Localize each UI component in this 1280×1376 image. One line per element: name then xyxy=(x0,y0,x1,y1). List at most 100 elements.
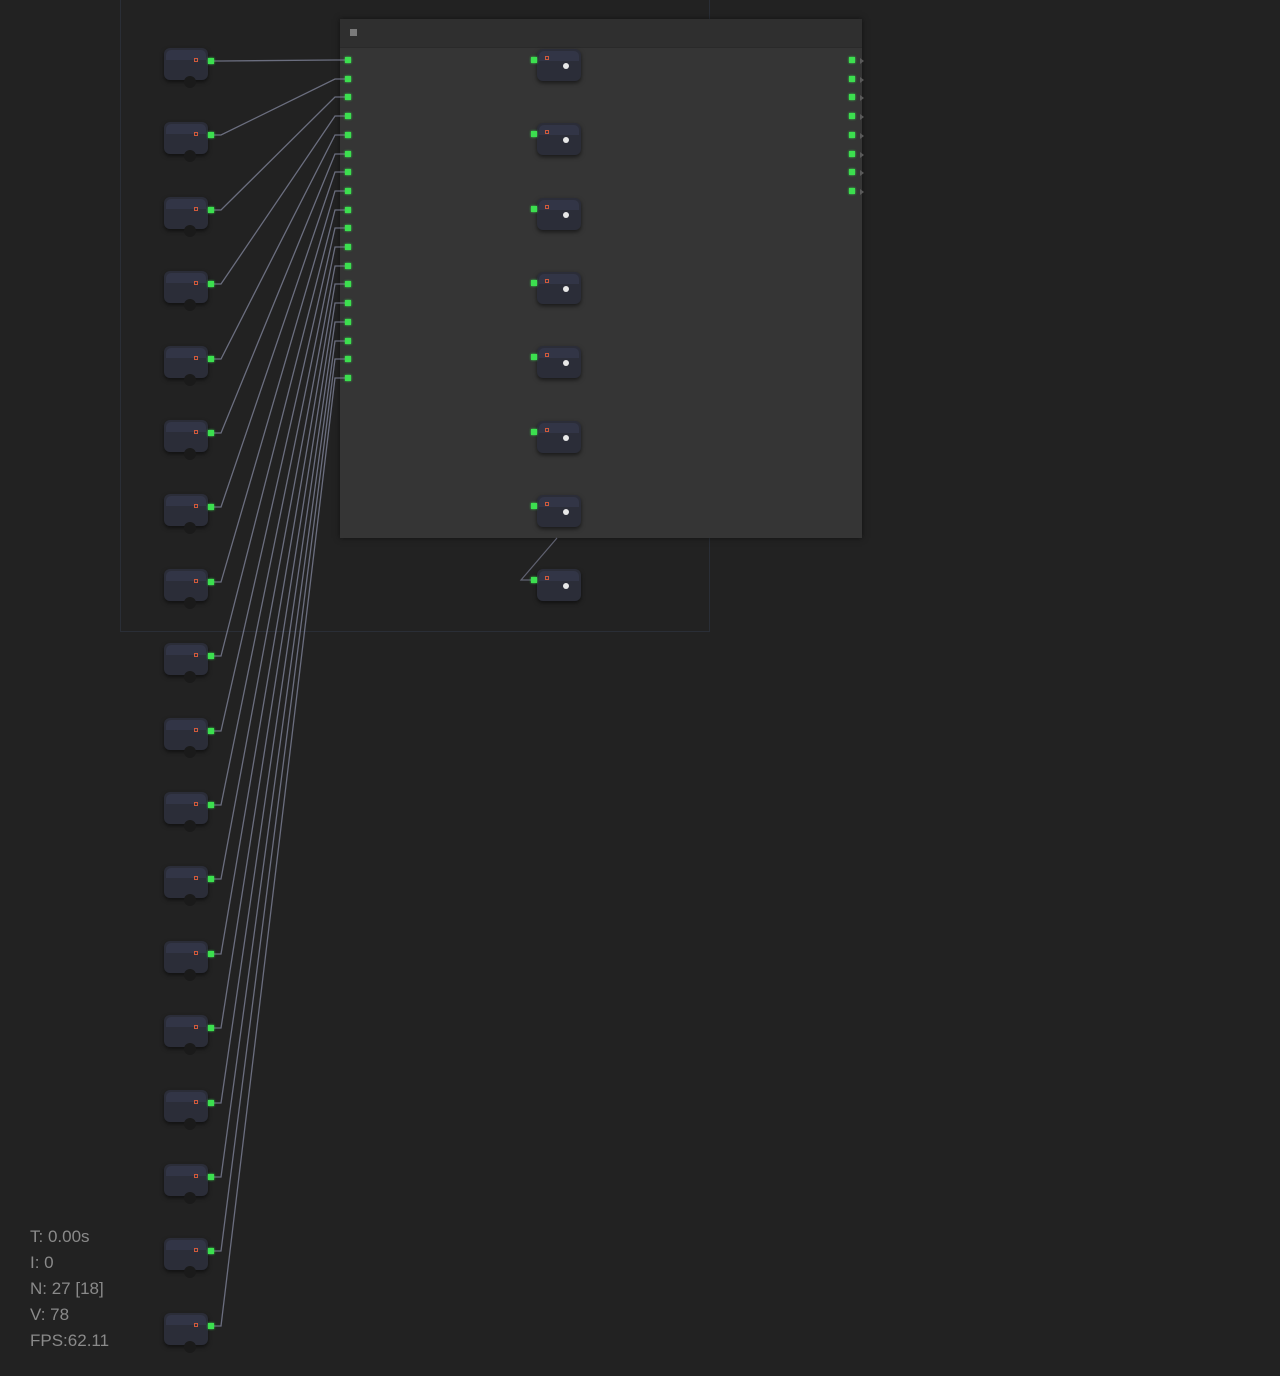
node-header xyxy=(166,124,206,134)
input-node-11[interactable] xyxy=(164,792,214,832)
subgraph-output-slot-1[interactable] xyxy=(849,57,855,63)
node-header xyxy=(166,868,206,878)
subgraph-input-slot-14[interactable] xyxy=(345,300,351,306)
subgraph-output-slot-4[interactable] xyxy=(849,113,855,119)
input-node-1[interactable] xyxy=(164,48,214,88)
output-slot[interactable] xyxy=(208,876,214,882)
subgraph-input-slot-16[interactable] xyxy=(345,338,351,344)
input-marker-icon xyxy=(545,353,549,357)
output-slot[interactable] xyxy=(208,1100,214,1106)
input-node-12[interactable] xyxy=(164,866,214,906)
input-node-5[interactable] xyxy=(164,346,214,386)
subgraph-output-slot-5[interactable] xyxy=(849,132,855,138)
inner-node-6[interactable] xyxy=(531,421,581,453)
subgraph-input-slot-12[interactable] xyxy=(345,263,351,269)
output-slot[interactable] xyxy=(208,653,214,659)
subgraph-input-slot-18[interactable] xyxy=(345,375,351,381)
output-marker-icon xyxy=(194,207,198,211)
output-slot[interactable] xyxy=(208,356,214,362)
output-slot[interactable] xyxy=(208,132,214,138)
input-node-14[interactable] xyxy=(164,1015,214,1055)
subgraph-input-slot-2[interactable] xyxy=(345,76,351,82)
node-header xyxy=(166,1240,206,1250)
output-slot[interactable] xyxy=(208,802,214,808)
output-slot[interactable] xyxy=(208,1323,214,1329)
inner-node-8[interactable] xyxy=(531,569,581,601)
subgraph-output-slot-7[interactable] xyxy=(849,169,855,175)
subgraph-input-slot-7[interactable] xyxy=(345,169,351,175)
input-node-9[interactable] xyxy=(164,643,214,683)
subgraph-output-slot-3[interactable] xyxy=(849,94,855,100)
subgraph-output-slot-8[interactable] xyxy=(849,188,855,194)
subgraph-input-slot-3[interactable] xyxy=(345,94,351,100)
input-node-17[interactable] xyxy=(164,1238,214,1278)
input-slot[interactable] xyxy=(531,429,537,435)
output-slot[interactable] xyxy=(208,281,214,287)
render-stats: T: 0.00s I: 0 N: 27 [18] V: 78 FPS:62.11 xyxy=(30,1224,109,1354)
input-node-7[interactable] xyxy=(164,494,214,534)
input-slot[interactable] xyxy=(531,280,537,286)
subgraph-node[interactable] xyxy=(340,19,862,538)
input-node-8[interactable] xyxy=(164,569,214,609)
port-knob-icon xyxy=(184,225,196,237)
inner-node-5[interactable] xyxy=(531,346,581,378)
input-node-4[interactable] xyxy=(164,271,214,311)
subgraph-input-slot-5[interactable] xyxy=(345,132,351,138)
collapse-toggle-icon[interactable] xyxy=(350,29,357,36)
node-header xyxy=(166,1092,206,1102)
subgraph-input-slot-1[interactable] xyxy=(345,57,351,63)
subgraph-input-slot-15[interactable] xyxy=(345,319,351,325)
output-slot[interactable] xyxy=(208,430,214,436)
input-marker-icon xyxy=(545,502,549,506)
inner-node-1[interactable] xyxy=(531,49,581,81)
output-slot[interactable] xyxy=(208,951,214,957)
input-slot[interactable] xyxy=(531,354,537,360)
input-node-10[interactable] xyxy=(164,718,214,758)
input-slot[interactable] xyxy=(531,577,537,583)
output-slot[interactable] xyxy=(208,207,214,213)
subgraph-input-slot-9[interactable] xyxy=(345,207,351,213)
subgraph-input-slot-17[interactable] xyxy=(345,356,351,362)
inner-node-7[interactable] xyxy=(531,495,581,527)
input-slot[interactable] xyxy=(531,206,537,212)
output-slot[interactable] xyxy=(208,1248,214,1254)
input-node-6[interactable] xyxy=(164,420,214,460)
input-node-16[interactable] xyxy=(164,1164,214,1204)
input-node-13[interactable] xyxy=(164,941,214,981)
subgraph-output-slot-2[interactable] xyxy=(849,76,855,82)
input-node-3[interactable] xyxy=(164,197,214,237)
subgraph-node-title[interactable] xyxy=(340,19,862,48)
output-slot[interactable] xyxy=(208,504,214,510)
subgraph-input-slot-4[interactable] xyxy=(345,113,351,119)
input-slot[interactable] xyxy=(531,57,537,63)
output-slot[interactable] xyxy=(208,728,214,734)
output-slot[interactable] xyxy=(208,1025,214,1031)
stat-vertices: V: 78 xyxy=(30,1305,70,1324)
output-slot[interactable] xyxy=(208,58,214,64)
subgraph-input-slot-8[interactable] xyxy=(345,188,351,194)
node-header xyxy=(166,645,206,655)
subgraph-output-slot-6[interactable] xyxy=(849,151,855,157)
input-slot[interactable] xyxy=(531,503,537,509)
inner-node-3[interactable] xyxy=(531,198,581,230)
input-slot[interactable] xyxy=(531,131,537,137)
port-knob-icon xyxy=(184,671,196,683)
stat-iteration: I: 0 xyxy=(30,1253,54,1272)
node-header xyxy=(166,422,206,432)
subgraph-input-slot-10[interactable] xyxy=(345,225,351,231)
port-knob-icon xyxy=(184,448,196,460)
inner-node-4[interactable] xyxy=(531,272,581,304)
graph-canvas[interactable]: T: 0.00s I: 0 N: 27 [18] V: 78 FPS:62.11 xyxy=(0,0,1280,1376)
subgraph-input-slot-11[interactable] xyxy=(345,244,351,250)
output-marker-icon xyxy=(194,281,198,285)
subgraph-input-slot-13[interactable] xyxy=(345,281,351,287)
output-slot[interactable] xyxy=(208,579,214,585)
output-marker-icon xyxy=(194,876,198,880)
subgraph-input-slot-6[interactable] xyxy=(345,151,351,157)
inner-node-2[interactable] xyxy=(531,123,581,155)
input-node-18[interactable] xyxy=(164,1313,214,1353)
output-slot[interactable] xyxy=(208,1174,214,1180)
input-node-2[interactable] xyxy=(164,122,214,162)
output-arrow-icon xyxy=(860,189,864,195)
input-node-15[interactable] xyxy=(164,1090,214,1130)
